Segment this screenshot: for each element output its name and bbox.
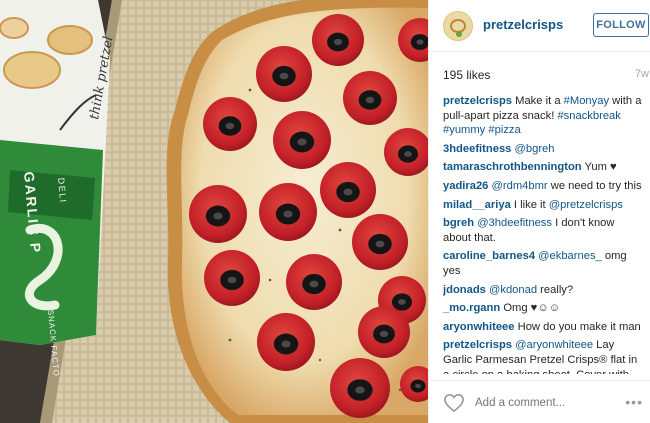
pepperoni-slice (203, 97, 257, 151)
comment-username[interactable]: caroline_barnes4 (443, 250, 535, 262)
hashtag-link[interactable]: #pizza (488, 124, 520, 136)
comment-username[interactable]: aryonwhiteee (443, 321, 515, 333)
pepperoni-slice (256, 46, 312, 102)
pepperoni-slice (286, 254, 342, 310)
post-username[interactable]: pretzelcrisps (483, 17, 563, 32)
comment-row: milad__ariya I like it @pretzelcrisps (443, 198, 643, 213)
comment-row: pretzelcrisps @aryonwhiteee Lay Garlic P… (443, 338, 643, 374)
comment-row: yadira26 @rdm4bmr we need to try this (443, 179, 643, 194)
mention-link[interactable]: @kdonad (489, 284, 537, 296)
comment-text: I like it @pretzelcrisps (513, 198, 623, 211)
comments-list: pretzelcrisps Make it a #Monyay with a p… (443, 94, 643, 374)
comment-text: @rdm4bmr we need to try this (491, 179, 642, 192)
heart-icon[interactable] (443, 393, 465, 413)
comment-row: jdonads @kdonad really? (443, 283, 643, 298)
comment-text: How do you make it man (517, 320, 641, 333)
hashtag-link[interactable]: #Monyay (564, 95, 609, 107)
comment-row: 3hdeefitness @bgreh (443, 142, 643, 157)
comment-row: _mo.rgann Omg ♥☺☺ (443, 301, 643, 316)
pepperoni-slice (257, 313, 315, 371)
comment-row: tamaraschrothbennington Yum ♥ (443, 160, 643, 175)
mention-link[interactable]: @bgreh (515, 143, 555, 155)
pepperoni-slice (343, 71, 397, 125)
hashtag-link[interactable]: #snackbreak (557, 110, 620, 122)
comment-username[interactable]: pretzelcrisps (443, 339, 512, 351)
pepperoni-slice (273, 111, 331, 169)
add-comment-input[interactable] (475, 395, 615, 411)
comment-username[interactable]: _mo.rgann (443, 302, 500, 314)
comment-row: bgreh @3hdeefitness I don't know about t… (443, 216, 643, 245)
more-options-icon[interactable]: ••• (625, 394, 643, 410)
comment-text: Yum ♥ (584, 161, 617, 174)
comment-username[interactable]: tamaraschrothbennington (443, 161, 582, 173)
mention-link[interactable]: @3hdeefitness (477, 217, 552, 229)
follow-button[interactable]: FOLLOW (593, 13, 649, 37)
pizza-photo-illustration: think pretzel GARLIC P DELI SNACK FACTO (0, 0, 428, 423)
pepperoni-slice (352, 214, 408, 270)
comment-text: Omg ♥☺☺ (503, 302, 561, 315)
likes-count[interactable]: 195 likes (443, 68, 490, 82)
caption-username[interactable]: pretzelcrisps (443, 95, 512, 107)
pepperoni-slice (189, 185, 247, 243)
comment-text: @kdonad really? (489, 283, 574, 296)
avatar-dot (456, 31, 462, 37)
hashtag-link[interactable]: #yummy (443, 124, 485, 136)
pepperoni-slice (259, 183, 317, 241)
post-photo[interactable]: think pretzel GARLIC P DELI SNACK FACTO (0, 0, 428, 423)
comment-row: caroline_barnes4 @ekbarnes_ omg yes (443, 249, 643, 278)
comment-username[interactable]: milad__ariya (443, 199, 511, 211)
pepperoni-slice (358, 306, 410, 358)
post-sidebar: pretzelcrisps FOLLOW 195 likes 7w pretze… (428, 0, 650, 423)
avatar[interactable] (443, 11, 473, 41)
pepperoni-slice (312, 14, 364, 66)
comment-username[interactable]: yadira26 (443, 180, 488, 192)
mention-link[interactable]: @pretzelcrisps (549, 199, 623, 211)
mention-link[interactable]: @rdm4bmr (492, 180, 548, 192)
comment-username[interactable]: bgreh (443, 217, 474, 229)
comment-username[interactable]: jdonads (443, 284, 486, 296)
comment-row: aryonwhiteee How do you make it man (443, 320, 643, 335)
mention-link[interactable]: @ekbarnes_ (538, 250, 602, 262)
comment-text: @bgreh (515, 143, 555, 155)
mention-link[interactable]: @aryonwhiteee (515, 339, 593, 351)
caption: pretzelcrisps Make it a #Monyay with a p… (443, 94, 643, 138)
pepperoni-slice (320, 162, 376, 218)
comment-bar: ••• (429, 380, 650, 423)
likes-row: 195 likes 7w (443, 68, 649, 84)
comment-username[interactable]: 3hdeefitness (443, 143, 511, 155)
post-header: pretzelcrisps FOLLOW (429, 0, 650, 52)
post-age[interactable]: 7w (635, 68, 649, 80)
pepperoni-slice (204, 250, 260, 306)
pepperoni-slice (330, 358, 390, 418)
